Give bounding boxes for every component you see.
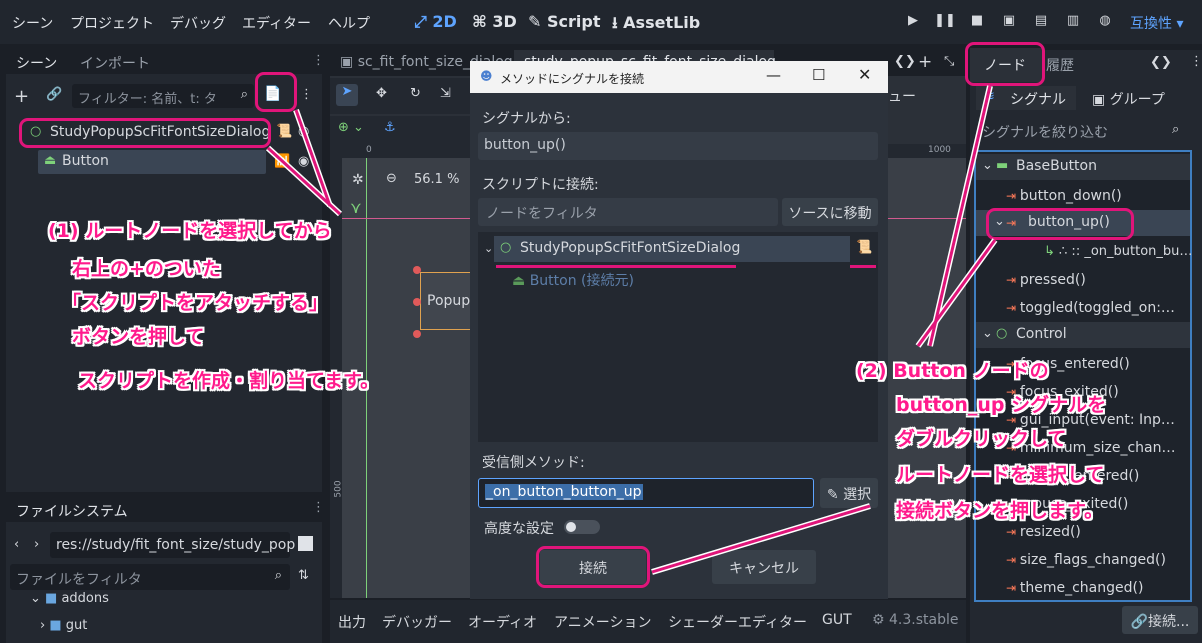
- annotation-2-line-2: button_up シグナルを: [896, 394, 1107, 416]
- annotation-1-line-3: 「スクリプトをアタッチする」: [62, 292, 329, 314]
- annotation-2-line-1: (2) Button ノードの: [856, 360, 1049, 382]
- annotation-2-line-4: ルートノードを選択して: [896, 464, 1105, 486]
- annotation-1-line-4: ボタンを押して: [72, 326, 205, 348]
- annotation-1-line-5: スクリプトを作成・割り当てます。: [78, 370, 380, 392]
- annotation-1-line-1: (1) ルートノードを選択してから: [48, 220, 332, 242]
- annotation-2-line-3: ダブルクリックして: [896, 428, 1067, 450]
- annotation-2-line-5: 接続ボタンを押します。: [896, 500, 1104, 522]
- annotation-1-line-2: 右上の+のついた: [72, 258, 221, 280]
